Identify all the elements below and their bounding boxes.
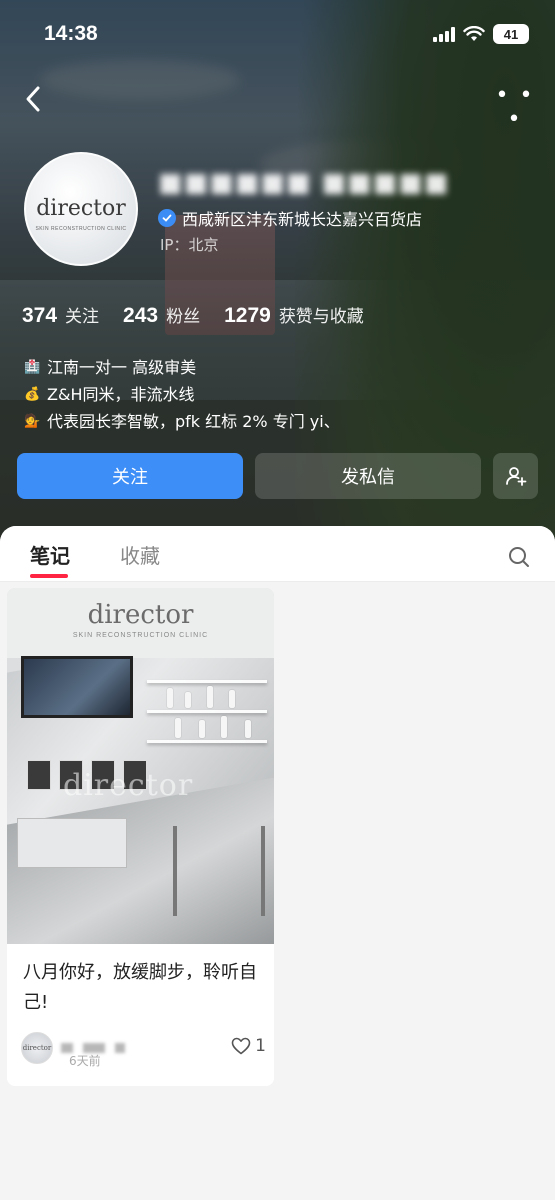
tab-bar: 笔记 收藏: [0, 526, 555, 582]
stat-following-count: 374: [22, 304, 58, 327]
status-bar: 14:38 41: [0, 0, 555, 70]
profile-bio: 🏥 江南一对一 高级审美 💰 Z&H同米，非流水线 💁 代表园长李智敏，pfk …: [22, 354, 340, 435]
send-message-button[interactable]: 发私信: [255, 453, 481, 499]
note-time: 6天前: [69, 1054, 101, 1068]
cover-shelf: [147, 740, 267, 743]
cover-bottle: [175, 718, 181, 738]
tab-notes[interactable]: 笔记: [30, 540, 70, 569]
status-icons: 41: [433, 24, 529, 44]
verified-shop-name: 西咸新区沣东新城长达嘉兴百货店: [182, 210, 423, 229]
person-emoji-icon: 💁: [24, 414, 41, 429]
cover-shelf: [147, 680, 267, 683]
active-tab-indicator: [30, 574, 68, 578]
author-avatar[interactable]: director: [21, 1032, 53, 1064]
cover-shelf: [147, 710, 267, 713]
bio-text: 代表园长李智敏，pfk 红标 2% 专门 yi、: [47, 412, 340, 431]
stat-following[interactable]: 374 关注: [22, 302, 99, 328]
search-icon[interactable]: [507, 545, 531, 569]
add-user-icon: [505, 467, 526, 486]
verified-check-icon: [158, 209, 176, 227]
bio-text: Z&H同米，非流水线: [47, 385, 195, 404]
heart-icon: [231, 1037, 251, 1055]
content-panel: 笔记 收藏 director SKIN RECONSTRUCTION CLINI…: [0, 526, 555, 1200]
note-card[interactable]: director SKIN RECONSTRUCTION CLINIC dire…: [7, 588, 274, 1086]
bio-line: 💁 代表园长李智敏，pfk 红标 2% 专门 yi、: [22, 408, 340, 435]
cover-logo-subtitle: SKIN RECONSTRUCTION CLINIC: [72, 632, 209, 639]
bio-line: 🏥 江南一对一 高级审美: [22, 354, 340, 381]
cover-bottle: [221, 716, 227, 738]
stat-followers-label: 粉丝: [166, 307, 201, 327]
more-options-icon[interactable]: • • •: [495, 84, 535, 132]
bio-text: 江南一对一 高级审美: [47, 358, 197, 377]
battery-icon: 41: [493, 24, 529, 44]
cover-logo-text: director: [87, 600, 194, 630]
profile-name-redacted: ■■■■■■ ■■■■■: [158, 168, 450, 198]
back-arrow-icon[interactable]: [18, 82, 52, 116]
stat-followers-count: 243: [123, 304, 159, 327]
cover-counter: [17, 818, 127, 868]
note-title[interactable]: 八月你好，放缓脚步，聆听自己!: [7, 944, 274, 1018]
follow-button[interactable]: 关注: [17, 453, 243, 499]
stat-following-label: 关注: [65, 307, 100, 327]
verified-badge-row: 西咸新区沣东新城长达嘉兴百货店: [158, 206, 422, 230]
ip-location: IP：北京: [160, 236, 219, 254]
cellular-signal-icon: [433, 26, 455, 42]
status-time: 14:38: [44, 22, 98, 45]
cover-tv-screen: [21, 656, 133, 718]
cover-bottle: [229, 690, 235, 708]
stat-likes[interactable]: 1279 获赞与收藏: [224, 302, 364, 328]
cover-bottle: [245, 720, 251, 738]
profile-avatar[interactable]: director SKIN RECONSTRUCTION CLINIC: [24, 152, 138, 266]
wifi-icon: [463, 26, 485, 41]
stat-likes-count: 1279: [224, 304, 271, 327]
cover-magazine: [27, 760, 51, 790]
hospital-emoji-icon: 🏥: [24, 360, 41, 375]
bio-line: 💰 Z&H同米，非流水线: [22, 381, 340, 408]
profile-stats: 374 关注 243 粉丝 1279 获赞与收藏: [22, 302, 364, 328]
cover-bottle: [207, 686, 213, 708]
cover-bottle: [167, 688, 173, 708]
tab-favorites[interactable]: 收藏: [120, 540, 160, 569]
cover-bottle: [185, 692, 191, 708]
add-friend-button[interactable]: [493, 453, 538, 499]
note-cover-image: director SKIN RECONSTRUCTION CLINIC dire…: [7, 588, 274, 944]
like-count: 1: [255, 1036, 266, 1056]
note-meta: director 6天前 1: [21, 1030, 266, 1068]
avatar-logo-text: director: [36, 196, 126, 221]
stat-likes-label: 获赞与收藏: [278, 307, 364, 327]
cover-watermark-text: director: [63, 768, 194, 803]
cover-stools: [173, 826, 265, 916]
like-button[interactable]: 1: [231, 1036, 266, 1056]
stat-followers[interactable]: 243 粉丝: [123, 302, 200, 328]
money-bag-emoji-icon: 💰: [24, 387, 41, 402]
avatar-logo-subtitle: SKIN RECONSTRUCTION CLINIC: [35, 226, 127, 232]
cover-bottle: [199, 720, 205, 738]
